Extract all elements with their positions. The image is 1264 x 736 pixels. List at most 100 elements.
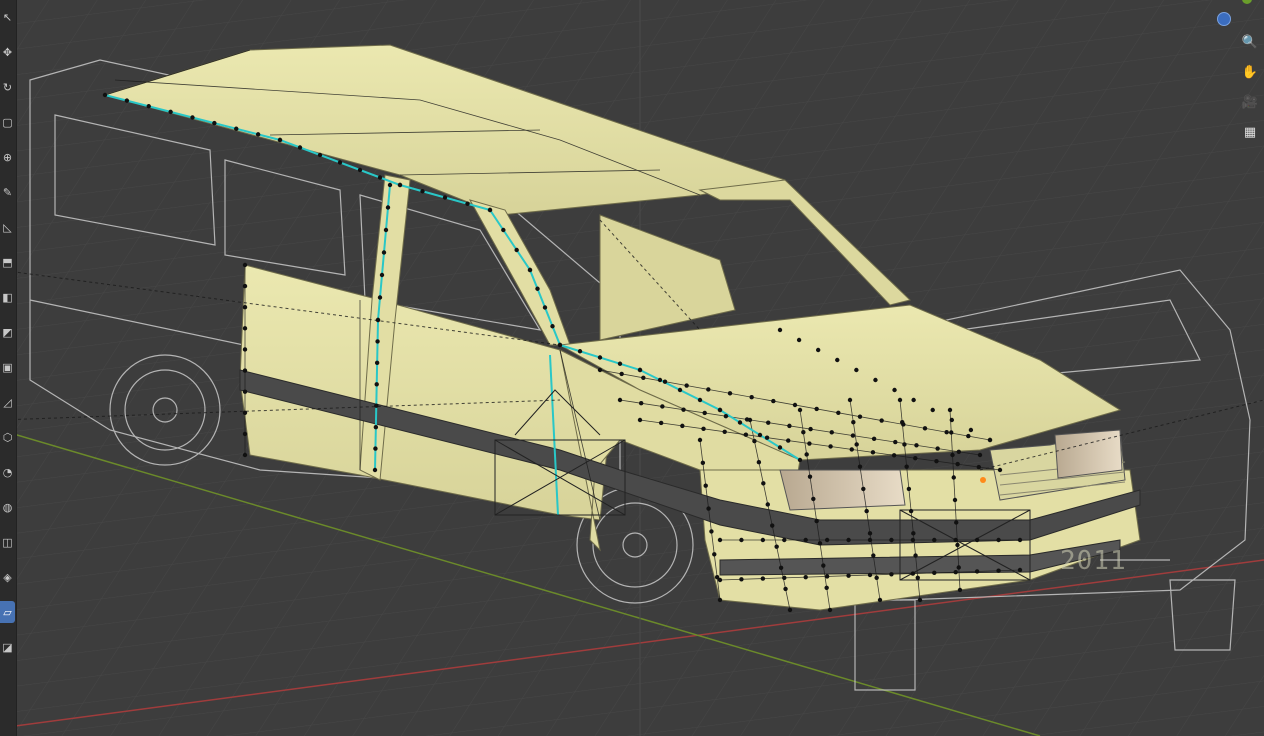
mesh-vertex[interactable] (932, 570, 937, 576)
left-headlight[interactable] (779, 469, 906, 511)
mesh-vertex[interactable] (760, 576, 766, 581)
mesh-vertex[interactable] (836, 410, 841, 415)
mesh-vertex[interactable] (387, 182, 393, 188)
mesh-vertex[interactable] (577, 349, 583, 354)
y-axis-gizmo-dot[interactable] (1242, 0, 1252, 4)
mesh-vertex[interactable] (681, 407, 686, 412)
mesh-vertex[interactable] (722, 429, 727, 434)
mesh-vertex[interactable] (867, 572, 873, 578)
mesh-vertex[interactable] (828, 444, 833, 449)
mesh-vertex[interactable] (702, 410, 707, 416)
mesh-vertex[interactable] (915, 575, 920, 580)
mesh-vertex[interactable] (787, 607, 793, 613)
mesh-vertex[interactable] (917, 597, 923, 603)
mesh-vertex[interactable] (824, 537, 830, 543)
mesh-vertex[interactable] (737, 420, 743, 425)
mesh-vertex[interactable] (913, 456, 918, 461)
mesh-vertex[interactable] (535, 286, 540, 291)
mesh-vertex[interactable] (168, 109, 173, 115)
mesh-vertex[interactable] (846, 573, 851, 578)
mesh-vertex[interactable] (889, 537, 894, 543)
3d-viewport[interactable] (0, 0, 1264, 736)
mesh-vertex[interactable] (242, 326, 248, 331)
smooth-tool[interactable]: ◍ (0, 496, 15, 518)
mesh-vertex[interactable] (727, 391, 733, 396)
mesh-vertex[interactable] (801, 430, 806, 435)
mesh-vertex[interactable] (420, 189, 425, 194)
mesh-vertex[interactable] (803, 574, 808, 580)
mesh-vertex[interactable] (442, 195, 448, 200)
mesh-vertex[interactable] (910, 537, 916, 543)
mesh-vertex[interactable] (373, 424, 379, 430)
mesh-vertex[interactable] (373, 446, 378, 451)
extrude-tool[interactable]: ⬒ (0, 251, 15, 273)
mesh-vertex[interactable] (770, 523, 775, 528)
rotate-tool[interactable]: ↻ (0, 76, 15, 98)
mesh-vertex[interactable] (712, 552, 717, 557)
mesh-vertex[interactable] (764, 435, 770, 440)
mesh-vertex[interactable] (242, 347, 248, 352)
mesh-vertex[interactable] (889, 572, 894, 577)
mesh-vertex[interactable] (597, 355, 603, 360)
mesh-vertex[interactable] (968, 427, 974, 433)
mesh-vertex[interactable] (102, 92, 108, 98)
mesh-vertex[interactable] (902, 442, 907, 447)
mesh-vertex[interactable] (680, 423, 685, 429)
mesh-vertex[interactable] (255, 132, 261, 137)
mesh-vertex[interactable] (706, 506, 711, 511)
mesh-vertex[interactable] (857, 414, 863, 419)
mesh-vertex[interactable] (849, 447, 854, 452)
mesh-vertex[interactable] (723, 413, 729, 419)
mesh-vertex[interactable] (966, 433, 971, 439)
mesh-vertex[interactable] (954, 520, 959, 525)
mesh-vertex[interactable] (542, 305, 548, 310)
mesh-vertex[interactable] (867, 537, 873, 543)
mesh-vertex[interactable] (242, 410, 248, 415)
mesh-vertex[interactable] (374, 360, 380, 366)
mesh-vertex[interactable] (743, 432, 749, 437)
mesh-vertex[interactable] (375, 317, 381, 323)
camera-button[interactable]: 🎥 (1238, 90, 1262, 114)
mesh-vertex[interactable] (996, 568, 1001, 573)
mesh-vertex[interactable] (911, 531, 916, 536)
mesh-vertex[interactable] (597, 367, 603, 373)
mesh-vertex[interactable] (957, 587, 963, 593)
mesh-vertex[interactable] (697, 397, 703, 403)
mesh-vertex[interactable] (242, 452, 248, 458)
right-headlight[interactable] (1054, 429, 1123, 479)
mesh-vertex[interactable] (803, 537, 808, 543)
mesh-vertex[interactable] (662, 379, 668, 384)
mesh-vertex[interactable] (1017, 537, 1023, 543)
mesh-vertex[interactable] (854, 367, 859, 373)
mesh-vertex[interactable] (766, 420, 771, 425)
knife-tool[interactable]: ◿ (0, 391, 15, 413)
mesh-vertex[interactable] (854, 442, 859, 447)
mesh-vertex[interactable] (897, 397, 903, 403)
mesh-vertex[interactable] (703, 483, 708, 488)
pan-button[interactable]: ✋ (1238, 60, 1262, 84)
mesh-vertex[interactable] (829, 430, 834, 435)
mesh-vertex[interactable] (950, 452, 955, 458)
mesh-vertex[interactable] (815, 347, 821, 353)
mesh-vertex[interactable] (124, 98, 130, 103)
mesh-vertex[interactable] (814, 518, 819, 524)
mesh-vertex[interactable] (761, 481, 766, 486)
mesh-vertex[interactable] (873, 377, 878, 383)
mesh-vertex[interactable] (765, 502, 770, 507)
mesh-vertex[interactable] (953, 569, 958, 575)
mesh-vertex[interactable] (827, 607, 833, 613)
mesh-vertex[interactable] (357, 167, 363, 173)
mesh-vertex[interactable] (550, 324, 555, 329)
mesh-vertex[interactable] (821, 563, 826, 568)
mesh-vertex[interactable] (783, 586, 788, 592)
mesh-vertex[interactable] (557, 342, 563, 348)
shrink-fatten-tool[interactable]: ◈ (0, 566, 15, 588)
mesh-vertex[interactable] (847, 397, 853, 403)
mesh-vertex[interactable] (317, 152, 323, 158)
mesh-vertex[interactable] (900, 420, 905, 425)
mesh-vertex[interactable] (381, 250, 387, 255)
mesh-vertex[interactable] (782, 537, 787, 543)
mesh-vertex[interactable] (234, 126, 239, 131)
mesh-vertex[interactable] (638, 401, 644, 406)
mesh-vertex[interactable] (949, 430, 954, 435)
